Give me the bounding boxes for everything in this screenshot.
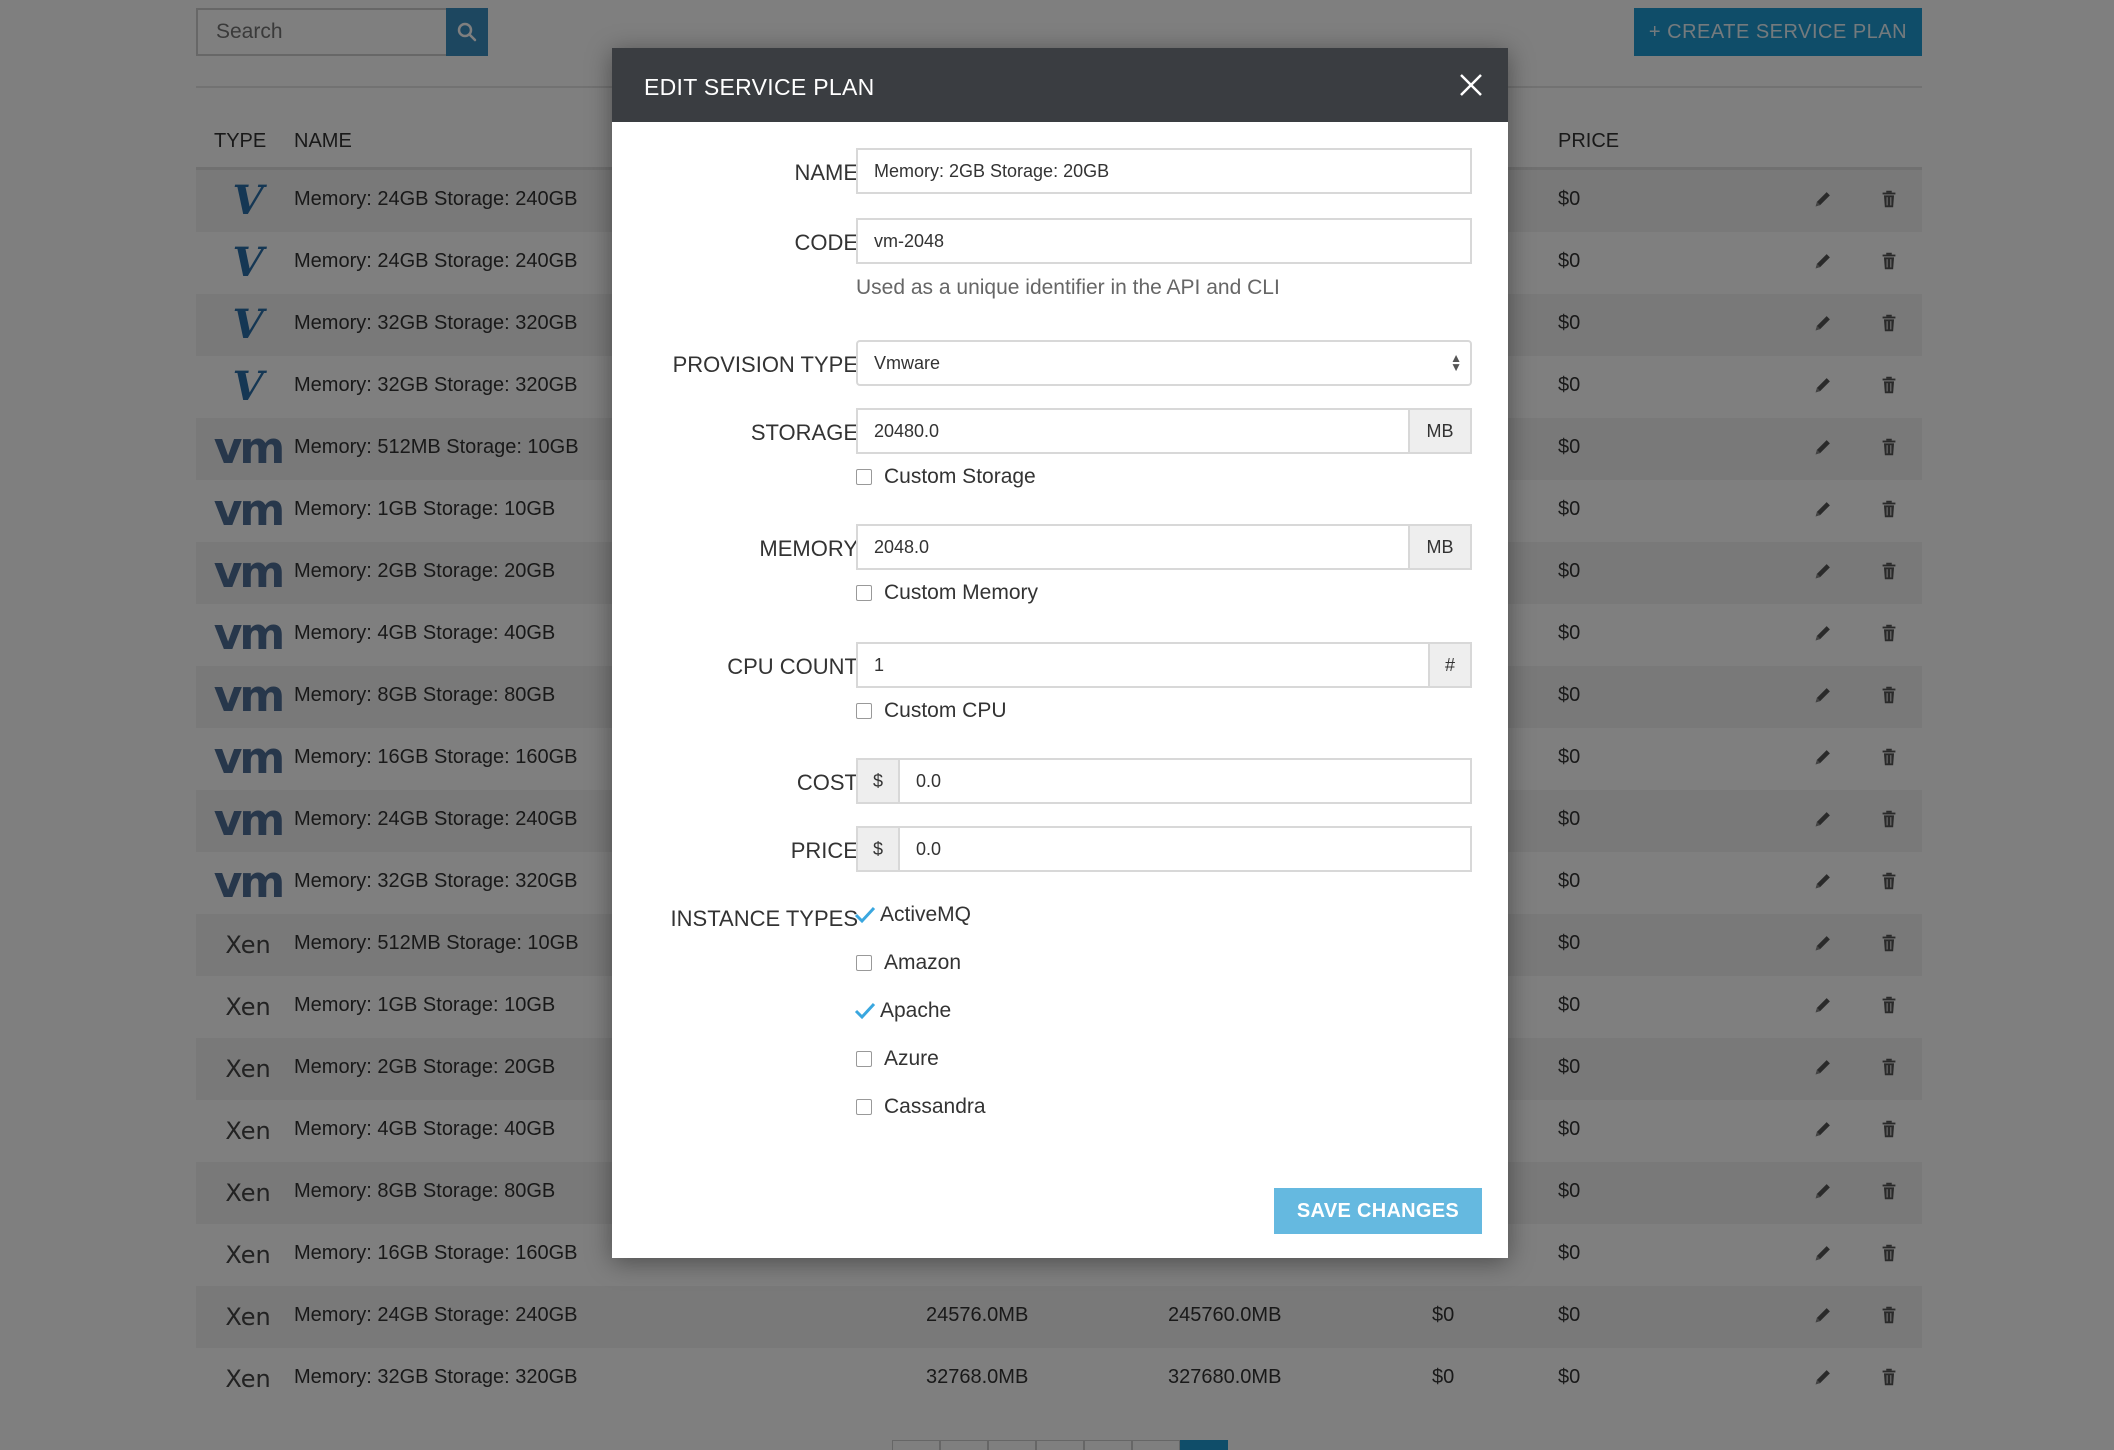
instance-type-label: Cassandra [884, 1095, 986, 1118]
provision-type-label: PROVISION TYPE [672, 352, 858, 377]
storage-unit: MB [1408, 408, 1472, 454]
memory-field[interactable] [856, 524, 1410, 570]
select-arrows-icon: ▲ ▼ [1450, 351, 1462, 374]
storage-field[interactable] [856, 408, 1410, 454]
cpu-count-label: CPU COUNT [727, 654, 858, 679]
instance-type-option[interactable]: ActiveMQ [854, 900, 972, 930]
custom-storage-option[interactable]: Custom Storage [856, 462, 1036, 492]
custom-storage-checkbox[interactable] [856, 469, 872, 485]
instance-type-option[interactable]: Apache [854, 996, 952, 1026]
code-help-text: Used as a unique identifier in the API a… [856, 276, 1280, 299]
instance-types-label: INSTANCE TYPES [670, 906, 858, 931]
cpu-count-unit: # [1428, 642, 1472, 688]
custom-storage-label: Custom Storage [884, 465, 1036, 488]
memory-label: MEMORY [759, 536, 858, 561]
custom-cpu-checkbox[interactable] [856, 703, 872, 719]
name-label: NAME [794, 160, 858, 185]
cost-label: COST [796, 770, 858, 795]
cost-field[interactable] [898, 758, 1472, 804]
provision-type-value: Vmware [874, 352, 941, 373]
checkmark-icon[interactable] [854, 1002, 876, 1020]
instance-type-option[interactable]: Azure [856, 1044, 939, 1074]
instance-type-checkbox[interactable] [856, 1099, 872, 1115]
modal-header: EDIT SERVICE PLAN [612, 48, 1508, 122]
save-changes-button[interactable]: SAVE CHANGES [1274, 1188, 1482, 1234]
custom-cpu-label: Custom CPU [884, 699, 1007, 722]
custom-cpu-option[interactable]: Custom CPU [856, 696, 1007, 726]
custom-memory-checkbox[interactable] [856, 585, 872, 601]
instance-type-option[interactable]: Cassandra [856, 1092, 986, 1122]
code-label: CODE [794, 230, 858, 255]
close-icon[interactable] [1456, 70, 1486, 100]
instance-type-checkbox[interactable] [856, 955, 872, 971]
instance-type-checkbox[interactable] [856, 1051, 872, 1067]
instance-type-label: ActiveMQ [880, 903, 972, 926]
price-label: PRICE [790, 838, 858, 863]
instance-type-label: Amazon [884, 951, 962, 974]
cpu-count-field[interactable] [856, 642, 1430, 688]
custom-memory-label: Custom Memory [884, 581, 1039, 604]
instance-type-label: Azure [884, 1047, 939, 1070]
custom-memory-option[interactable]: Custom Memory [856, 578, 1038, 608]
instance-type-option[interactable]: Amazon [856, 948, 961, 978]
edit-service-plan-modal: EDIT SERVICE PLAN NAME CODE Used as a un… [612, 48, 1508, 1258]
instance-type-label: Apache [880, 999, 952, 1022]
provision-type-select[interactable]: Vmware ▲ ▼ [856, 340, 1472, 386]
code-field[interactable] [856, 218, 1472, 264]
memory-unit: MB [1408, 524, 1472, 570]
price-currency: $ [856, 826, 900, 872]
storage-label: STORAGE [750, 420, 858, 445]
modal-title: EDIT SERVICE PLAN [644, 74, 875, 100]
cost-currency: $ [856, 758, 900, 804]
price-field[interactable] [898, 826, 1472, 872]
checkmark-icon[interactable] [854, 906, 876, 924]
name-field[interactable] [856, 148, 1472, 194]
